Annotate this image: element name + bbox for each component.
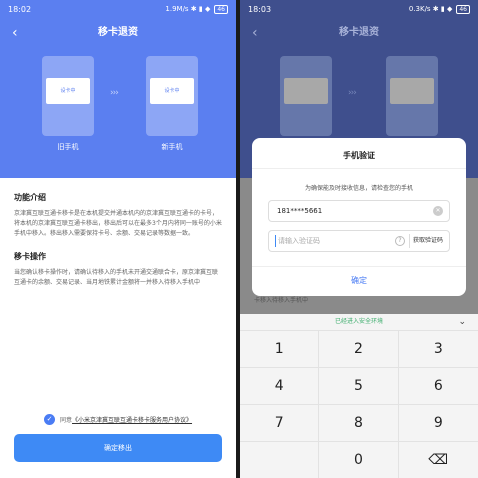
transfer-arrows-icon: ››› — [348, 88, 357, 98]
new-phone-illustration: 设卡中 — [146, 56, 198, 136]
secure-keyboard-banner: 已经进入安全环境 ⌄ — [240, 314, 478, 330]
key-7[interactable]: 7 — [240, 404, 320, 441]
key-1[interactable]: 1 — [240, 330, 320, 367]
page-title: 移卡退资 — [98, 27, 138, 38]
right-screen: 18:03 0.3K/s ✱ ▮ ◆ 46 ‹ 移卡退资 ››› 卡移入待移入手… — [240, 0, 478, 478]
verification-code-input[interactable] — [275, 235, 378, 247]
phone-number-field[interactable]: 181****5661 ✕ — [268, 200, 450, 222]
key-9[interactable]: 9 — [398, 404, 478, 441]
numeric-keypad: 1 2 3 4 5 6 7 8 9 0 ⌫ — [240, 330, 478, 478]
transfer-arrows-icon: ››› — [110, 88, 119, 98]
secure-keyboard-label: 已经进入安全环境 — [334, 318, 383, 325]
key-4[interactable]: 4 — [240, 367, 320, 404]
confirm-transfer-button[interactable]: 确定移出 — [14, 434, 222, 462]
key-5[interactable]: 5 — [319, 367, 399, 404]
status-indicators: 0.3K/s ✱ ▮ ◆ — [408, 5, 453, 13]
status-time: 18:03 — [248, 4, 272, 14]
dialog-hint: 为确保能及时接收信息，请检查您的手机 — [304, 185, 413, 192]
page-title: 移卡退资 — [339, 27, 379, 38]
battery-icon: 46 — [456, 4, 470, 14]
phone-verification-dialog: 手机验证 为确保能及时接收信息，请检查您的手机 181****5661 ✕ ? … — [252, 138, 466, 296]
key-2[interactable]: 2 — [319, 330, 399, 367]
verification-code-field: ? 获取验证码 — [268, 230, 450, 252]
battery-icon: 46 — [214, 4, 228, 14]
new-phone-label: 新手机 — [161, 143, 183, 151]
key-empty — [240, 441, 320, 478]
chevron-down-icon[interactable]: ⌄ — [458, 314, 466, 330]
key-3[interactable]: 3 — [398, 330, 478, 367]
left-screen: 18:02 1.9M/s ✱ ▮ ◆ 46 ‹ 移卡退资 设卡中 ››› 设卡中… — [0, 0, 236, 478]
clear-icon[interactable]: ✕ — [433, 206, 443, 216]
old-phone-label: 旧手机 — [57, 143, 79, 151]
agreement-link[interactable]: 《小米京津冀互联互通卡移卡服务用户协议》 — [72, 415, 192, 424]
key-8[interactable]: 8 — [319, 404, 399, 441]
new-phone-illustration — [386, 56, 438, 136]
get-code-button[interactable]: 获取验证码 — [413, 235, 443, 244]
status-indicators: 1.9M/s ✱ ▮ ◆ — [165, 5, 211, 13]
phone-number-value: 181****5661 — [277, 207, 323, 215]
section-title-intro: 功能介绍 — [14, 193, 46, 202]
new-phone-screen-label: 设卡中 — [150, 78, 194, 104]
back-icon[interactable]: ‹ — [12, 22, 18, 44]
navbar: ‹ 移卡退资 — [240, 22, 478, 44]
old-phone-illustration: 设卡中 — [42, 56, 94, 136]
navbar: ‹ 移卡退资 — [0, 22, 236, 44]
dialog-divider — [252, 168, 466, 169]
status-time: 18:02 — [8, 4, 32, 14]
key-0[interactable]: 0 — [319, 441, 399, 478]
agree-prefix: 同意 — [60, 417, 73, 424]
description: 功能介绍 京津冀互联互通卡移卡是在本机提交并通本机内的京津冀互联互通卡的卡号，将… — [14, 192, 222, 300]
section-title-operation: 移卡操作 — [14, 252, 46, 261]
back-icon: ‹ — [252, 25, 258, 41]
key-6[interactable]: 6 — [398, 367, 478, 404]
section-body-intro: 京津冀互联互通卡移卡是在本机提交并通本机内的京津冀互联互通卡的卡号，将本机的京津… — [14, 210, 222, 237]
dialog-confirm-button[interactable]: 确定 — [252, 270, 466, 292]
dialog-title: 手机验证 — [343, 151, 375, 160]
background-text: 卡移入待移入手机中 — [254, 297, 309, 304]
agreement-row: ✓ 同意 《小米京津冀互联互通卡移卡服务用户协议》 — [44, 414, 192, 425]
old-phone-illustration — [280, 56, 332, 136]
old-phone-screen-label: 设卡中 — [46, 78, 90, 104]
agree-checkbox[interactable]: ✓ — [44, 414, 55, 425]
backspace-icon[interactable]: ⌫ — [398, 441, 478, 478]
help-icon[interactable]: ? — [395, 236, 405, 246]
status-bar: 18:03 0.3K/s ✱ ▮ ◆ 46 — [240, 0, 478, 18]
header-banner: 18:02 1.9M/s ✱ ▮ ◆ 46 ‹ 移卡退资 设卡中 ››› 设卡中… — [0, 0, 236, 178]
section-body-operation: 当您确认移卡操作时，请确认待移入的手机未开通交通联合卡，原京津冀互联互通卡的余额… — [14, 269, 219, 286]
status-bar: 18:02 1.9M/s ✱ ▮ ◆ 46 — [0, 0, 236, 18]
